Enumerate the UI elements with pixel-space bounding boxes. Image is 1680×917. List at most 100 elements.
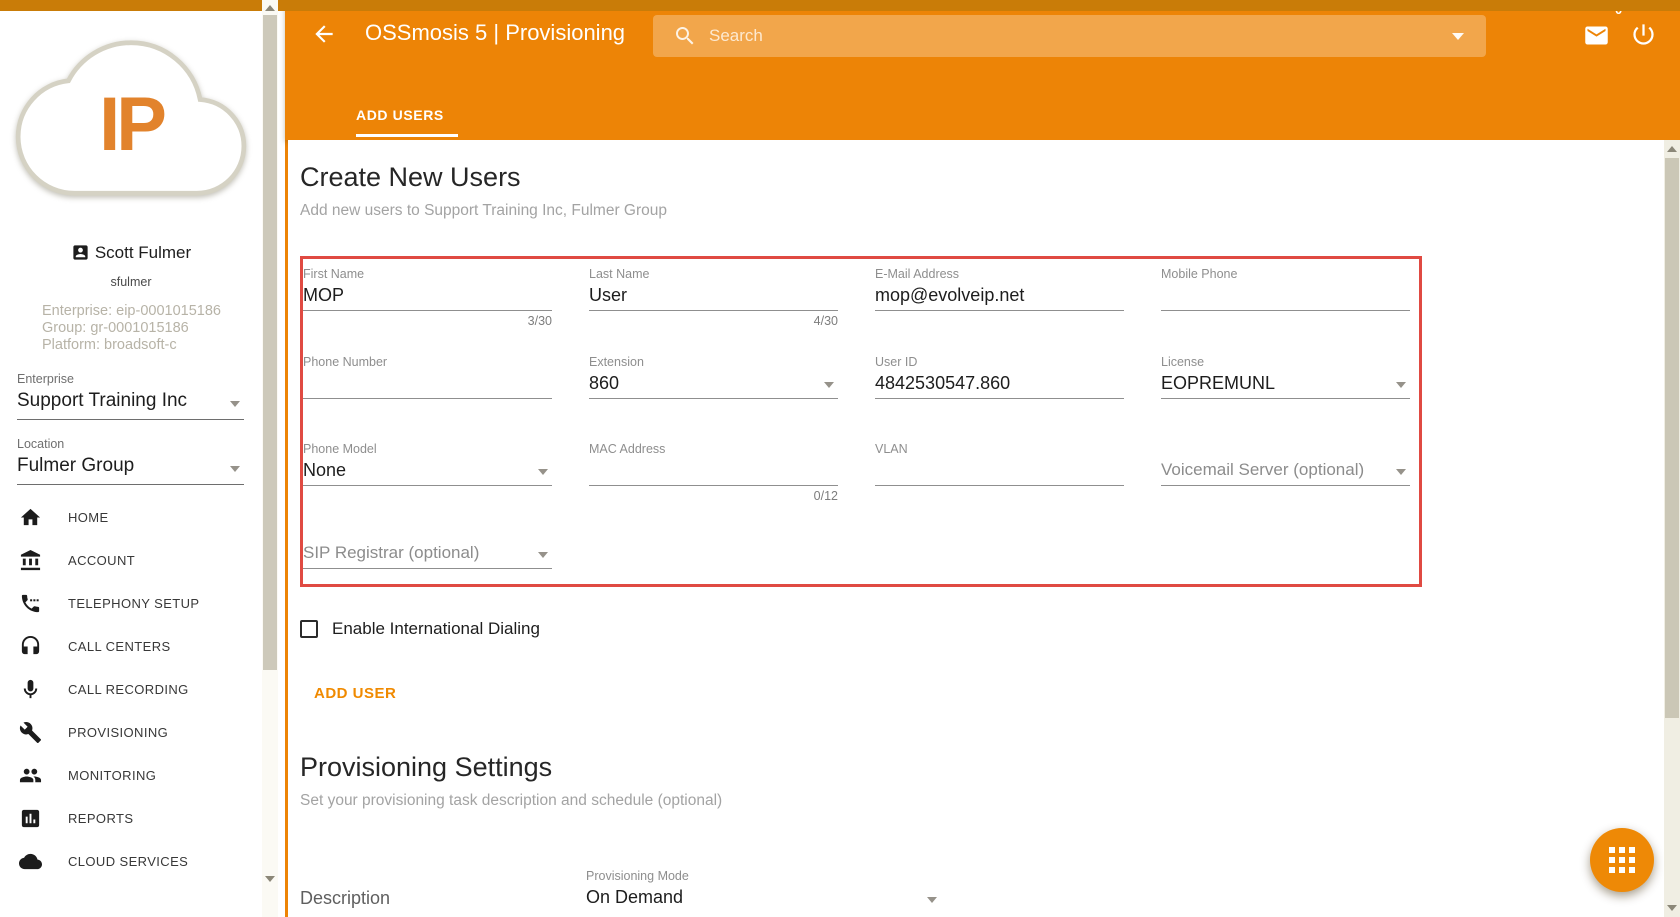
sidebar-item-provisioning[interactable]: PROVISIONING (0, 711, 262, 754)
microphone-icon (19, 678, 42, 701)
enterprise-select[interactable]: Support Training Inc (17, 386, 244, 420)
main-scrollbar[interactable] (1664, 140, 1680, 917)
person-icon (71, 243, 90, 262)
back-arrow-icon[interactable] (311, 21, 337, 47)
headset-icon (19, 635, 42, 658)
search-input[interactable]: Search (653, 15, 1486, 57)
app-title: OSSmosis 5 | Provisioning (365, 20, 625, 46)
power-icon[interactable] (1630, 21, 1657, 48)
location-select[interactable]: Fulmer Group (17, 451, 244, 485)
description-field: Description (300, 869, 549, 913)
email-field: E-Mail Address mop@evolveip.net (875, 267, 1124, 326)
sidebar-item-telephony-setup[interactable]: TELEPHONY SETUP (0, 582, 262, 625)
meta-group: Group: gr-0001015186 (42, 320, 262, 337)
user-id-input[interactable]: 4842530547.860 (875, 370, 1124, 399)
international-dialing-label: Enable International Dialing (332, 619, 540, 639)
vlan-input[interactable] (875, 457, 1124, 486)
mail-icon[interactable] (1583, 22, 1610, 49)
sidebar-scrollbar[interactable] (262, 0, 278, 917)
logo-ip-text: IP (14, 81, 248, 168)
sidebar-item-home[interactable]: HOME (0, 496, 262, 539)
last-name-counter: 4/30 (589, 311, 838, 326)
sidebar-item-monitoring[interactable]: MONITORING (0, 754, 262, 797)
license-field: License EOPREMUNL (1161, 355, 1410, 399)
extension-select[interactable]: 860 (589, 370, 838, 399)
chevron-down-icon (538, 552, 548, 558)
search-icon (673, 24, 697, 48)
mobile-phone-input[interactable] (1161, 282, 1410, 311)
new-user-highlight-box: First Name MOP 3/30 Last Name User 4/30 … (300, 256, 1422, 587)
international-dialing-row: Enable International Dialing (300, 619, 1664, 639)
last-name-input[interactable]: User (589, 282, 838, 311)
main-scrollbar-thumb[interactable] (1665, 158, 1679, 718)
sidebar-item-reports[interactable]: REPORTS (0, 797, 262, 840)
sidebar-item-call-recording[interactable]: CALL RECORDING (0, 668, 262, 711)
grid-icon (1609, 847, 1635, 873)
mac-address-input[interactable] (589, 457, 838, 486)
phone-number-field: Phone Number (303, 355, 552, 399)
sip-registrar-field: SIP Registrar (optional) (303, 540, 552, 569)
scroll-up-arrow-icon[interactable] (265, 5, 275, 11)
app-header: OSSmosis 5 | Provisioning Search 0 ADD U… (285, 0, 1680, 140)
sidebar-item-cloud-services[interactable]: CLOUD SERVICES (0, 840, 262, 883)
people-icon (19, 764, 42, 787)
vlan-field: VLAN (875, 442, 1124, 501)
home-icon (19, 506, 42, 529)
location-value: Fulmer Group (17, 455, 134, 476)
chevron-down-icon (230, 401, 240, 407)
wrench-icon (19, 721, 42, 744)
chevron-down-icon (824, 382, 834, 388)
chevron-down-icon (538, 469, 548, 475)
mac-address-field: MAC Address 0/12 (589, 442, 838, 501)
sidebar: IP Scott Fulmer sfulmer Enterprise: eip-… (0, 11, 262, 917)
phone-model-select[interactable]: None (303, 457, 552, 486)
phone-settings-icon (19, 592, 42, 615)
first-name-input[interactable]: MOP (303, 282, 552, 311)
apps-grid-fab-button[interactable] (1590, 828, 1654, 892)
extension-field: Extension 860 (589, 355, 838, 399)
tab-add-users[interactable]: ADD USERS (356, 107, 458, 137)
enterprise-select-block: Enterprise Support Training Inc (17, 372, 244, 420)
email-input[interactable]: mop@evolveip.net (875, 282, 1124, 311)
bar-chart-icon (19, 807, 42, 830)
meta-platform: Platform: broadsoft-c (42, 337, 262, 354)
enterprise-label: Enterprise (17, 372, 244, 386)
meta-enterprise: Enterprise: eip-0001015186 (42, 303, 262, 320)
user-name: Scott Fulmer (95, 243, 191, 262)
sidebar-item-call-centers[interactable]: CALL CENTERS (0, 625, 262, 668)
sidebar-scrollbar-thumb[interactable] (263, 15, 277, 670)
provisioning-settings-title: Provisioning Settings (300, 752, 1664, 783)
search-placeholder: Search (709, 26, 763, 46)
enable-international-dialing-checkbox[interactable] (300, 620, 318, 638)
voicemail-server-select[interactable]: Voicemail Server (optional) (1161, 457, 1410, 486)
license-select[interactable]: EOPREMUNL (1161, 370, 1410, 399)
phone-model-field: Phone Model None (303, 442, 552, 501)
chevron-down-icon (230, 466, 240, 472)
chevron-down-icon (927, 897, 937, 903)
add-user-button[interactable]: ADD USER (314, 685, 396, 702)
page-title: Create New Users (300, 162, 1664, 193)
mobile-phone-field: Mobile Phone (1161, 267, 1410, 326)
sip-registrar-select[interactable]: SIP Registrar (optional) (303, 540, 552, 569)
search-dropdown-caret-icon[interactable] (1452, 33, 1464, 40)
user-login: sfulmer (0, 275, 262, 289)
description-input[interactable]: Description (300, 869, 549, 909)
provisioning-settings-subtitle: Set your provisioning task description a… (300, 792, 1664, 810)
first-name-field: First Name MOP 3/30 (303, 267, 552, 326)
scroll-down-arrow-icon[interactable] (1667, 905, 1677, 911)
ip-cloud-logo: IP (14, 39, 248, 197)
scroll-up-arrow-icon[interactable] (1667, 146, 1677, 152)
provisioning-mode-field: Provisioning Mode On Demand (586, 869, 941, 913)
chevron-down-icon (1396, 469, 1406, 475)
location-select-block: Location Fulmer Group (17, 437, 244, 485)
phone-number-input[interactable] (303, 370, 552, 399)
main-area: OSSmosis 5 | Provisioning Search 0 ADD U… (278, 0, 1680, 917)
user-id-field: User ID 4842530547.860 (875, 355, 1124, 399)
bank-icon (19, 549, 42, 572)
last-name-field: Last Name User 4/30 (589, 267, 838, 326)
user-name-row: Scott Fulmer (0, 243, 262, 263)
provisioning-mode-select[interactable]: On Demand (586, 884, 941, 913)
scroll-down-arrow-icon[interactable] (265, 876, 275, 882)
sidebar-item-account[interactable]: ACCOUNT (0, 539, 262, 582)
chevron-down-icon (1396, 382, 1406, 388)
